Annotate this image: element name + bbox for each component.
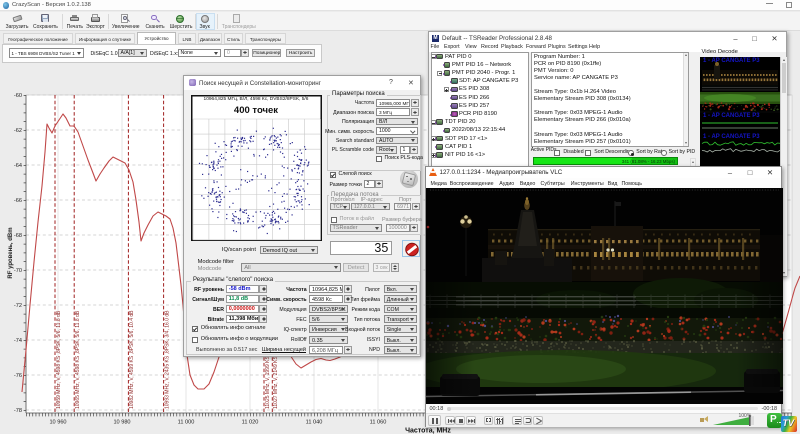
svg-text:10993 MHz, V, 2435 KS ,8PSK, 3: 10993 MHz, V, 2435 KS ,8PSK, 3/4, 16.0 d… — [164, 310, 170, 409]
svg-text:11 060: 11 060 — [370, 420, 387, 426]
svg-text:11 000: 11 000 — [178, 420, 195, 426]
svg-text:10965 MHz, V, 4598 KS ,8PSK, 5: 10965 MHz, V, 4598 KS ,8PSK, 5/6, 11.8 d… — [75, 310, 81, 409]
svg-text:-70: -70 — [14, 268, 22, 274]
svg-text:-62: -62 — [14, 128, 22, 134]
svg-text:-74: -74 — [14, 338, 22, 344]
svg-text:-60: -60 — [14, 93, 22, 99]
svg-text:-68: -68 — [14, 233, 22, 239]
svg-text:10 980: 10 980 — [113, 420, 130, 426]
svg-text:RF уровень, dBm: RF уровень, dBm — [8, 227, 14, 278]
svg-text:-78: -78 — [14, 408, 22, 414]
svg-text:10982 MHz, V, 4599 KS ,8PSK, 5: 10982 MHz, V, 4599 KS ,8PSK, 5/6, 10.4 d… — [129, 310, 135, 409]
svg-text:Частота, MHz: Частота, MHz — [405, 428, 451, 434]
svg-text:11 040: 11 040 — [306, 420, 323, 426]
svg-text:11 020: 11 020 — [242, 420, 259, 426]
svg-text:-66: -66 — [14, 198, 22, 204]
svg-text:-64: -64 — [14, 163, 22, 169]
svg-text:10 960: 10 960 — [49, 420, 66, 426]
svg-text:-72: -72 — [14, 303, 22, 309]
svg-text:10959 MHz, V, 4598 KS ,8PSK, 5: 10959 MHz, V, 4598 KS ,8PSK, 5/6, 11.8 d… — [56, 310, 62, 409]
svg-text:-76: -76 — [14, 373, 22, 379]
